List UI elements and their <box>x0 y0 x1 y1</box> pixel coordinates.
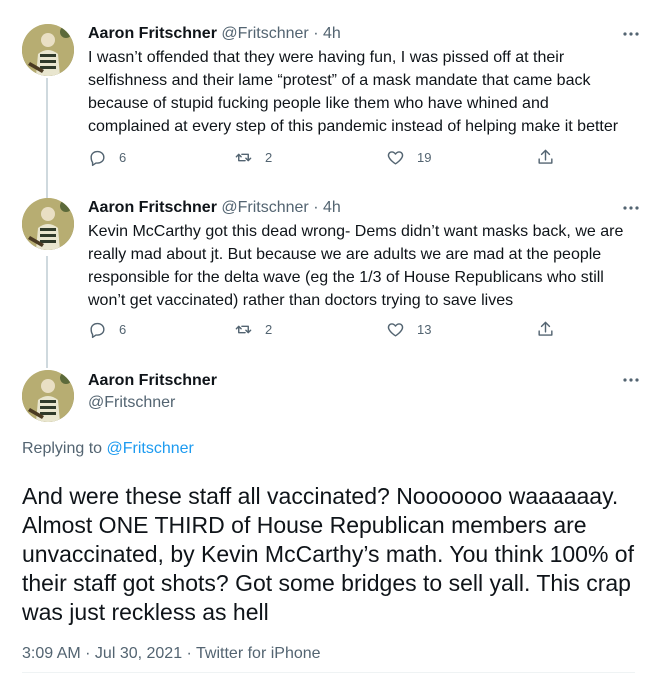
retweet-icon <box>235 153 252 162</box>
like-button[interactable]: 13 <box>386 320 431 339</box>
author-name[interactable]: Aaron Fritschner <box>88 25 217 42</box>
author-handle[interactable]: @Fritschner <box>88 392 217 414</box>
main-tweet-text: And were these staff all vaccinated? Noo… <box>22 483 634 625</box>
share-icon <box>538 321 553 336</box>
replying-prefix: Replying to <box>22 440 103 457</box>
replying-to: Replying to @Fritschner <box>22 440 194 458</box>
avatar-image <box>22 198 74 250</box>
retweet-button[interactable]: 2 <box>234 148 272 167</box>
tweet-actions: 6 2 13 <box>88 320 558 340</box>
author-handle[interactable]: @Fritschner <box>221 199 308 216</box>
retweet-icon <box>235 325 252 334</box>
reply-icon <box>90 322 105 339</box>
author-name[interactable]: Aaron Fritschner <box>88 370 217 392</box>
tweet-time[interactable]: · 4h <box>313 25 341 42</box>
reply-button[interactable]: 6 <box>88 320 126 339</box>
reply-count: 6 <box>119 150 127 165</box>
like-count: 13 <box>417 322 432 337</box>
more-icon[interactable] <box>621 198 641 218</box>
more-icon[interactable] <box>621 370 641 390</box>
avatar-image <box>22 370 74 422</box>
tweet-actions: 6 2 19 <box>88 148 558 168</box>
avatar[interactable] <box>22 24 74 76</box>
tweet-header: Aaron Fritschner @Fritschner · 4h <box>88 24 341 44</box>
avatar[interactable] <box>22 370 74 422</box>
tweet[interactable]: Aaron Fritschner @Fritschner · 4h Kevin … <box>0 198 657 348</box>
retweet-button[interactable]: 2 <box>234 320 272 339</box>
avatar[interactable] <box>22 198 74 250</box>
reply-icon <box>90 150 105 167</box>
like-count: 19 <box>417 150 432 165</box>
like-icon <box>387 151 404 165</box>
share-icon <box>538 149 553 164</box>
more-icon[interactable] <box>621 24 641 44</box>
tweet-header: Aaron Fritschner @Fritschner · 4h <box>88 198 341 218</box>
tweet[interactable]: Aaron Fritschner @Fritschner · 4h I wasn… <box>0 24 657 174</box>
reply-count: 6 <box>119 322 127 337</box>
like-button[interactable]: 19 <box>386 148 431 167</box>
tweet-text: I wasn’t offended that they were having … <box>88 49 619 135</box>
tweet-time[interactable]: · 4h <box>313 199 341 216</box>
tweet-timestamp[interactable]: 3:09 AM · Jul 30, 2021 · Twitter for iPh… <box>22 645 321 663</box>
retweet-count: 2 <box>265 322 273 337</box>
share-button[interactable] <box>536 320 555 339</box>
replying-to-link[interactable]: @Fritschner <box>107 440 194 457</box>
tweet-text: Kevin McCarthy got this dead wrong- Dems… <box>88 223 624 309</box>
tweet-header: Aaron Fritschner @Fritschner <box>88 370 217 414</box>
avatar-image <box>22 24 74 76</box>
author-handle[interactable]: @Fritschner <box>221 25 308 42</box>
like-icon <box>387 323 404 337</box>
reply-button[interactable]: 6 <box>88 148 126 167</box>
retweet-count: 2 <box>265 150 273 165</box>
share-button[interactable] <box>536 148 555 167</box>
author-name[interactable]: Aaron Fritschner <box>88 199 217 216</box>
